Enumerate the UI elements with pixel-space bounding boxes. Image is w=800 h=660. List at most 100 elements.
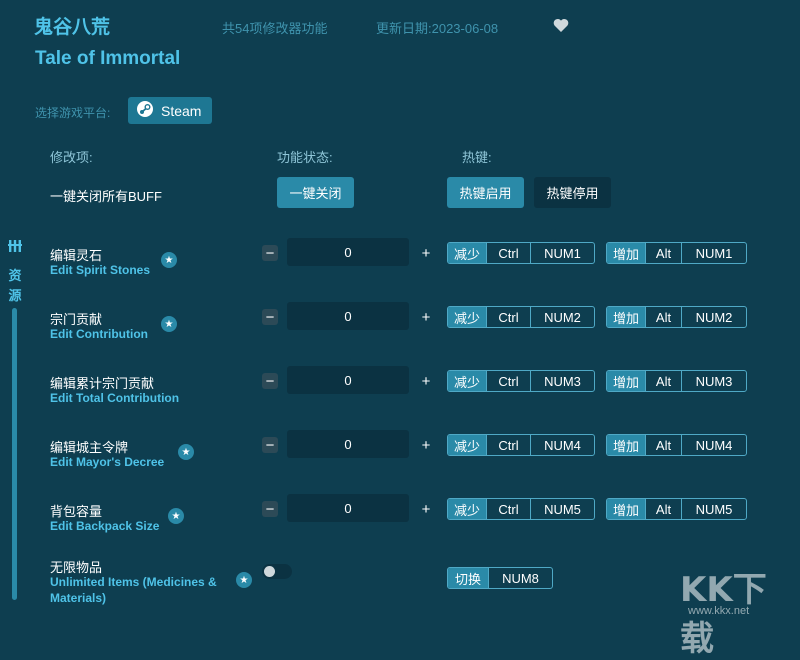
disable-all-buff-label: 一键关闭所有BUFF <box>50 189 162 204</box>
hotkey-disable-button[interactable]: 热键停用 <box>534 177 611 208</box>
hotkey-modifier: Alt <box>645 307 681 327</box>
row-label-en: Edit Spirit Stones <box>50 263 151 277</box>
decrease-hotkey[interactable]: 减少 Ctrl NUM2 <box>447 306 595 328</box>
value-input[interactable]: 0 <box>287 430 409 458</box>
increase-button[interactable]: + <box>418 373 434 389</box>
unlimited-items-toggle[interactable] <box>262 564 292 579</box>
disable-all-buff-button[interactable]: 一键关闭 <box>277 177 354 208</box>
decrease-hotkey[interactable]: 减少 Ctrl NUM5 <box>447 498 595 520</box>
update-date: 更新日期:2023-06-08 <box>376 21 499 36</box>
decrease-hotkey[interactable]: 减少 Ctrl NUM3 <box>447 370 595 392</box>
row-label-cn: 无限物品 <box>50 560 103 575</box>
value-input[interactable]: 0 <box>287 366 409 394</box>
hotkey-key: NUM4 <box>530 435 594 455</box>
increase-button[interactable]: + <box>418 309 434 325</box>
row-label-en: Edit Contribution <box>50 327 148 341</box>
cheat-row-spirit-stones: 编辑灵石 Edit Spirit Stones ★ − 0 + 减少 Ctrl … <box>0 238 800 295</box>
game-title-cn: 鬼谷八荒 <box>34 17 111 38</box>
increase-button[interactable]: + <box>418 437 434 453</box>
decrease-button[interactable]: − <box>262 437 278 453</box>
decrease-button[interactable]: − <box>262 309 278 325</box>
toggle-hotkey[interactable]: 切换 NUM8 <box>447 567 553 589</box>
column-header-item: 修改项: <box>50 150 93 165</box>
cheat-row-mayors-decree: 编辑城主令牌 Edit Mayor's Decree ★ − 0 + 减少 Ct… <box>0 430 800 487</box>
hotkey-key: NUM8 <box>488 568 552 588</box>
steam-platform-button[interactable]: Steam <box>128 97 212 124</box>
hotkey-key: NUM5 <box>530 499 594 519</box>
increase-button[interactable]: + <box>418 245 434 261</box>
hotkey-action: 减少 <box>448 371 486 391</box>
row-label-en: Edit Backpack Size <box>50 519 160 533</box>
favorite-star-icon[interactable]: ★ <box>236 572 252 588</box>
hotkey-action: 增加 <box>607 435 645 455</box>
watermark-url: www.kkx.net <box>688 605 750 617</box>
hotkey-key: NUM1 <box>681 243 746 263</box>
hotkey-action: 减少 <box>448 499 486 519</box>
hotkey-action: 减少 <box>448 307 486 327</box>
hotkey-key: NUM4 <box>681 435 746 455</box>
hotkey-action: 切换 <box>448 568 488 588</box>
hotkey-key: NUM2 <box>681 307 746 327</box>
hotkey-modifier: Ctrl <box>486 499 530 519</box>
value-input[interactable]: 0 <box>287 494 409 522</box>
favorite-star-icon[interactable]: ★ <box>178 444 194 460</box>
row-label-en: Edit Total Contribution <box>50 391 180 405</box>
cheat-row-total-contribution: 编辑累计宗门贡献 Edit Total Contribution − 0 + 减… <box>0 366 800 423</box>
hotkey-modifier: Alt <box>645 371 681 391</box>
row-label-cn: 编辑累计宗门贡献 <box>50 376 155 391</box>
hotkey-key: NUM3 <box>681 371 746 391</box>
increase-button[interactable]: + <box>418 501 434 517</box>
row-label-cn: 编辑城主令牌 <box>50 440 129 455</box>
hotkey-action: 增加 <box>607 499 645 519</box>
favorite-star-icon[interactable]: ★ <box>161 252 177 268</box>
hotkey-key: NUM3 <box>530 371 594 391</box>
decrease-hotkey[interactable]: 减少 Ctrl NUM4 <box>447 434 595 456</box>
increase-hotkey[interactable]: 增加 Alt NUM5 <box>606 498 747 520</box>
hotkey-modifier: Ctrl <box>486 371 530 391</box>
row-label-en-line1: Unlimited Items (Medicines & <box>50 575 217 589</box>
row-label-en-line2: Materials) <box>50 591 107 605</box>
steam-label: Steam <box>161 102 202 119</box>
hotkey-key: NUM2 <box>530 307 594 327</box>
hotkey-action: 增加 <box>607 307 645 327</box>
hotkey-action: 减少 <box>448 435 486 455</box>
increase-hotkey[interactable]: 增加 Alt NUM3 <box>606 370 747 392</box>
cheat-row-backpack-size: 背包容量 Edit Backpack Size ★ − 0 + 减少 Ctrl … <box>0 494 800 551</box>
hotkey-action: 增加 <box>607 243 645 263</box>
hotkey-modifier: Ctrl <box>486 307 530 327</box>
game-title-en: Tale of Immortal <box>35 48 181 69</box>
hotkey-key: NUM5 <box>681 499 746 519</box>
favorite-star-icon[interactable]: ★ <box>161 316 177 332</box>
value-input[interactable]: 0 <box>287 238 409 266</box>
favorite-heart-icon[interactable] <box>552 16 570 34</box>
favorite-star-icon[interactable]: ★ <box>168 508 184 524</box>
decrease-button[interactable]: − <box>262 501 278 517</box>
hotkey-key: NUM1 <box>530 243 594 263</box>
hotkey-modifier: Ctrl <box>486 243 530 263</box>
cheat-row-contribution: 宗门贡献 Edit Contribution ★ − 0 + 减少 Ctrl N… <box>0 302 800 359</box>
hotkey-modifier: Ctrl <box>486 435 530 455</box>
hotkey-action: 增加 <box>607 371 645 391</box>
decrease-hotkey[interactable]: 减少 Ctrl NUM1 <box>447 242 595 264</box>
platform-label: 选择游戏平台: <box>35 106 111 120</box>
row-label-cn: 背包容量 <box>50 504 103 519</box>
hotkey-modifier: Alt <box>645 243 681 263</box>
feature-count: 共54项修改器功能 <box>222 21 328 36</box>
row-label-en: Edit Mayor's Decree <box>50 455 165 469</box>
hotkey-enable-button[interactable]: 热键启用 <box>447 177 524 208</box>
hotkey-action: 减少 <box>448 243 486 263</box>
hotkey-modifier: Alt <box>645 435 681 455</box>
value-input[interactable]: 0 <box>287 302 409 330</box>
row-label-cn: 编辑灵石 <box>50 248 103 263</box>
hotkey-modifier: Alt <box>645 499 681 519</box>
column-header-status: 功能状态: <box>277 150 333 165</box>
steam-icon <box>136 100 154 121</box>
decrease-button[interactable]: − <box>262 373 278 389</box>
row-label-cn: 宗门贡献 <box>50 312 103 327</box>
increase-hotkey[interactable]: 增加 Alt NUM1 <box>606 242 747 264</box>
column-header-hotkey: 热键: <box>462 150 492 165</box>
increase-hotkey[interactable]: 增加 Alt NUM4 <box>606 434 747 456</box>
decrease-button[interactable]: − <box>262 245 278 261</box>
toggle-knob <box>264 566 275 577</box>
increase-hotkey[interactable]: 增加 Alt NUM2 <box>606 306 747 328</box>
